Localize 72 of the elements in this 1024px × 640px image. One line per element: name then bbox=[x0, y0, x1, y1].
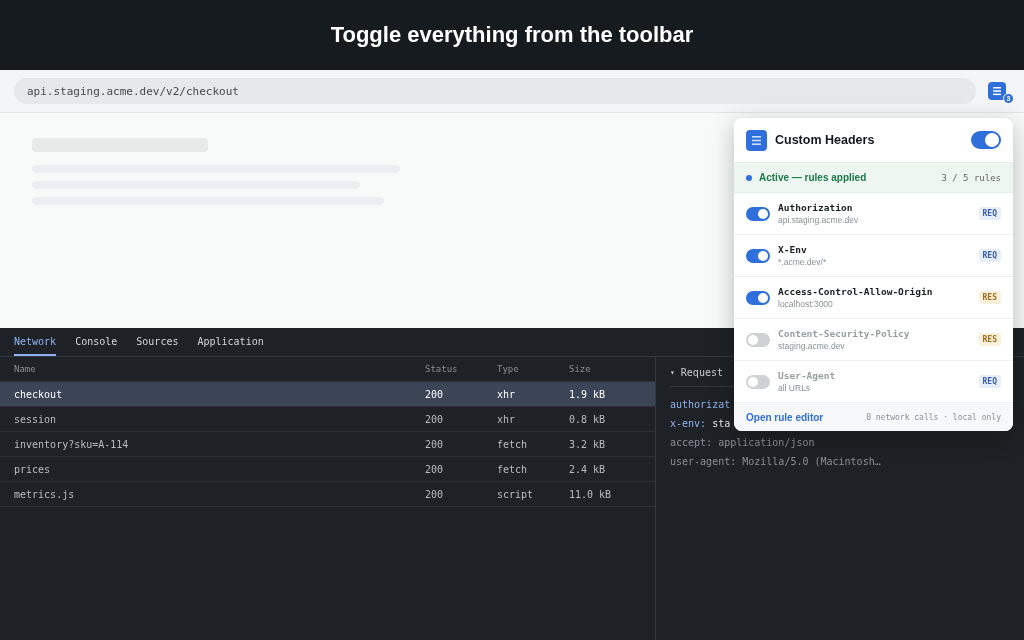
rule-toggle[interactable] bbox=[746, 332, 770, 347]
table-cell-text: 200 bbox=[425, 388, 445, 400]
status-dot bbox=[746, 174, 752, 181]
banner-title: Toggle everything from the toolbar bbox=[330, 22, 694, 48]
open-editor-link[interactable]: Open rule editor bbox=[746, 411, 824, 423]
column-header: Status bbox=[425, 364, 459, 374]
footer-note: 0 network calls · local only bbox=[866, 412, 1001, 422]
table-cell-text: fetch bbox=[497, 463, 529, 475]
table-cell-text: xhr bbox=[497, 388, 517, 400]
table-cell-text: 200 bbox=[425, 463, 445, 475]
rule-scope: localhost:3000 bbox=[778, 299, 834, 309]
rule-toggle[interactable] bbox=[746, 206, 770, 221]
master-toggle[interactable] bbox=[971, 131, 1001, 149]
header-name: Content-Security-Policy bbox=[778, 328, 911, 339]
devtools-tab[interactable]: Application bbox=[197, 328, 264, 356]
rule-toggle[interactable] bbox=[746, 290, 770, 305]
devtools-tab[interactable]: Sources bbox=[136, 328, 179, 356]
request-row[interactable]: prices 200 fetch 2.4 kB bbox=[0, 457, 655, 482]
list-icon bbox=[746, 129, 767, 151]
table-cell-text: prices bbox=[14, 463, 52, 475]
rule-scope: api.staging.acme.dev bbox=[778, 215, 860, 225]
header-name: Authorization bbox=[778, 202, 854, 213]
column-header: Size bbox=[569, 364, 591, 374]
header-value: sta bbox=[712, 418, 731, 429]
request-row[interactable]: session 200 xhr 0.8 kB bbox=[0, 407, 655, 432]
table-cell: 2.4 kB bbox=[569, 463, 606, 475]
rule-tag: RES bbox=[978, 333, 1001, 346]
rule-tag: REQ bbox=[978, 375, 1001, 388]
header-value: Mozilla/5.0 (Macintosh… bbox=[742, 456, 881, 467]
rule-tag: RES bbox=[978, 291, 1001, 304]
request-row[interactable]: metrics.js 200 script 11.0 kB bbox=[0, 482, 655, 507]
header-name: X-Env bbox=[778, 244, 808, 255]
address-bar[interactable]: api.staging.acme.dev/v2/checkout bbox=[14, 78, 976, 104]
rule-scope: staging.acme.dev bbox=[778, 341, 846, 351]
disclosure-triangle[interactable]: ▾ bbox=[670, 368, 675, 377]
rule-tag: REQ bbox=[978, 249, 1001, 262]
header-name: authorizat bbox=[670, 399, 731, 410]
table-cell-text: script bbox=[497, 488, 535, 500]
column-header: Type bbox=[497, 364, 520, 374]
request-row[interactable]: checkout 200 xhr 1.9 kB bbox=[0, 382, 655, 407]
header-name: user-agent: bbox=[670, 456, 737, 467]
table-cell-text: metrics.js bbox=[14, 488, 76, 500]
status-text: Active — rules applied bbox=[759, 172, 868, 183]
table-cell-text: inventory?sku=A-114 bbox=[14, 438, 130, 450]
header-name: accept: bbox=[670, 437, 713, 448]
table-cell-text: 200 bbox=[425, 488, 445, 500]
table-cell-text: fetch bbox=[497, 438, 529, 450]
table-cell: 11.0 kB bbox=[569, 488, 612, 500]
list-icon bbox=[988, 82, 1006, 100]
rule-scope: *.acme.dev/* bbox=[778, 257, 828, 267]
table-cell: 0.8 kB bbox=[569, 413, 606, 425]
section-heading: Request bbox=[680, 367, 723, 378]
popup-title: Custom Headers bbox=[775, 133, 876, 147]
devtools-tab[interactable]: Console bbox=[75, 328, 118, 356]
header-value: application/json bbox=[718, 437, 815, 448]
table-cell: 1.9 kB bbox=[569, 388, 606, 400]
table-cell-text: 200 bbox=[425, 438, 445, 450]
rule-toggle[interactable] bbox=[746, 248, 770, 263]
header-name: User-Agent bbox=[778, 370, 837, 381]
table-cell-text: checkout bbox=[14, 388, 64, 400]
column-header: Name bbox=[14, 364, 37, 374]
rule-scope: all URLs bbox=[778, 383, 812, 393]
table-cell: 3.2 kB bbox=[569, 438, 606, 450]
header-name: Access-Control-Allow-Origin bbox=[778, 286, 934, 297]
rule-toggle[interactable] bbox=[746, 374, 770, 389]
table-cell-text: session bbox=[14, 413, 58, 425]
rule-tag: REQ bbox=[978, 207, 1001, 220]
request-row[interactable]: inventory?sku=A-114 200 fetch 3.2 kB bbox=[0, 432, 655, 457]
header-name: x-env: bbox=[670, 418, 707, 429]
table-cell-text: 200 bbox=[425, 413, 445, 425]
table-cell-text: xhr bbox=[497, 413, 517, 425]
rule-count: 3 / 5 rules bbox=[941, 172, 1001, 183]
